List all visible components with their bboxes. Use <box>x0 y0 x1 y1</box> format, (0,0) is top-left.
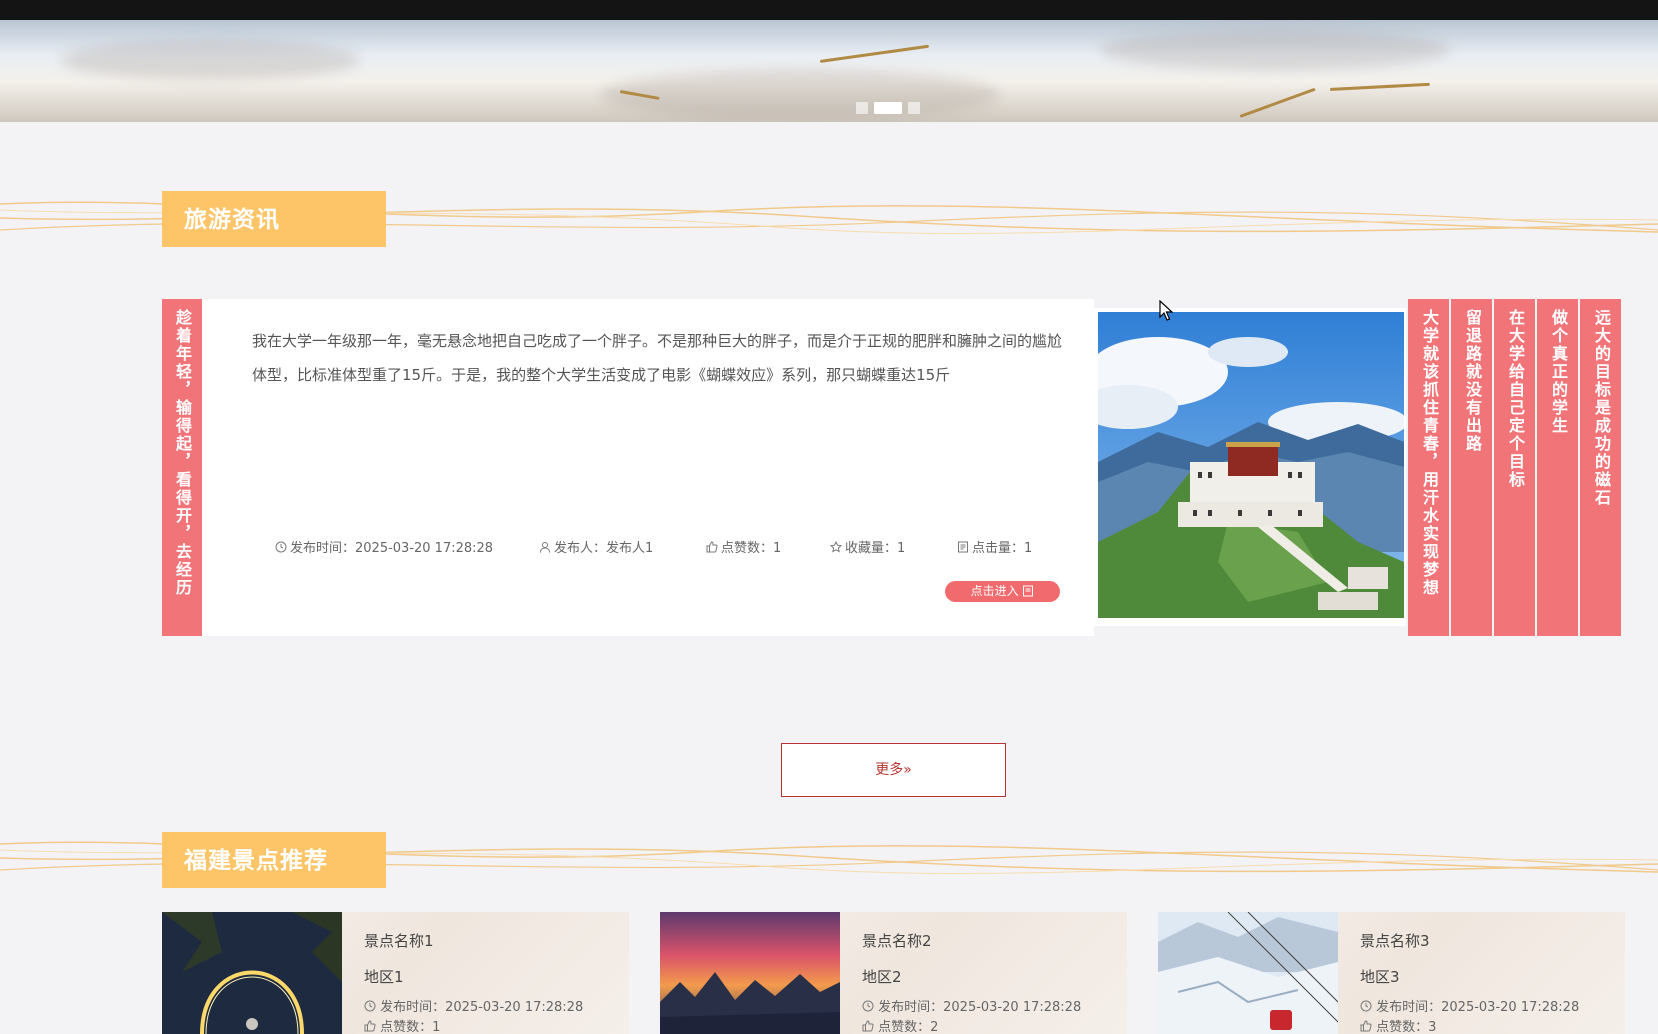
user-icon <box>540 541 550 553</box>
spot-image-2 <box>660 912 840 1034</box>
spot-likes-3: 点赞数：3 <box>1360 1016 1436 1034</box>
publish-time-text: 发布时间：2025-03-20 17:28:28 <box>290 541 494 556</box>
spot-region-2: 地区2 <box>862 968 902 986</box>
spot-image-1 <box>162 912 342 1034</box>
clock-icon <box>862 1000 874 1012</box>
news-publish-time: 发布时间：2025-03-20 17:28:28 <box>275 537 493 556</box>
more-news-button[interactable]: 更多» <box>781 743 1006 797</box>
news-excerpt: 我在大学一年级那一年，毫无悬念地把自己吃成了一个胖子。不是那种巨大的胖子，而是介… <box>252 332 1063 384</box>
spot-likes-1: 点赞数：1 <box>364 1016 440 1034</box>
section-title-news: 旅游资讯 <box>162 191 386 247</box>
carousel-dot-3[interactable] <box>908 102 920 114</box>
news-publisher: 发布人：发布人1 <box>539 537 653 556</box>
thumbs-up-icon <box>1360 1020 1372 1032</box>
enter-article-button[interactable]: 点击进入 <box>945 581 1060 602</box>
spot-card-1[interactable]: 景点名称1 地区1 发布时间：2025-03-20 17:28:28 点赞数：1 <box>162 912 629 1034</box>
spot-likes-text-2: 点赞数：2 <box>878 1020 939 1034</box>
vertical-slogan-3[interactable]: 在大学给自己定个目标 <box>1494 299 1535 636</box>
section-title-spots: 福建景点推荐 <box>162 832 386 888</box>
clock-icon <box>275 541 287 552</box>
spot-card-2[interactable]: 景点名称2 地区2 发布时间：2025-03-20 17:28:28 点赞数：2 <box>660 912 1127 1034</box>
news-clicks: 点击量：1 <box>957 537 1032 556</box>
spot-image-3 <box>1158 912 1338 1034</box>
document-icon <box>958 541 968 552</box>
news-image <box>1098 312 1404 618</box>
news-likes: 点赞数：1 <box>706 537 781 556</box>
spot-time-1: 发布时间：2025-03-20 17:28:28 <box>364 996 583 1015</box>
clock-icon <box>1360 1000 1372 1012</box>
news-favorites: 收藏量：1 <box>830 537 905 556</box>
likes-text: 点赞数：1 <box>721 541 782 556</box>
spot-name-1: 景点名称1 <box>364 932 434 950</box>
spot-time-3: 发布时间：2025-03-20 17:28:28 <box>1360 996 1579 1015</box>
thumbs-up-icon <box>706 540 718 552</box>
spot-time-text-2: 发布时间：2025-03-20 17:28:28 <box>878 1000 1082 1015</box>
vertical-slogan-2[interactable]: 留退路就没有出路 <box>1451 299 1492 636</box>
vertical-slogan-left: 趁着年轻，输得起，看得开，去经历 <box>162 299 202 636</box>
window-top-bar <box>0 0 1658 20</box>
vertical-slogan-5[interactable]: 远大的目标是成功的磁石 <box>1580 299 1621 636</box>
snow-shadow <box>1100 30 1450 70</box>
spot-card-3[interactable]: 景点名称3 地区3 发布时间：2025-03-20 17:28:28 点赞数：3 <box>1158 912 1625 1034</box>
spot-region-3: 地区3 <box>1360 968 1400 986</box>
thumbs-up-icon <box>862 1020 874 1032</box>
hero-carousel[interactable] <box>0 20 1658 122</box>
favorites-text: 收藏量：1 <box>845 541 906 556</box>
news-card[interactable]: 我在大学一年级那一年，毫无悬念地把自己吃成了一个胖子。不是那种巨大的胖子，而是介… <box>202 299 1094 636</box>
carousel-dot-1[interactable] <box>856 102 868 114</box>
carousel-dots <box>856 102 920 114</box>
grass-streak <box>1239 87 1316 118</box>
spot-time-text-3: 发布时间：2025-03-20 17:28:28 <box>1376 1000 1580 1015</box>
snow-shadow <box>60 40 360 80</box>
carousel-dot-2[interactable] <box>874 102 902 114</box>
spot-likes-text-1: 点赞数：1 <box>380 1020 441 1034</box>
clicks-text: 点击量：1 <box>972 541 1033 556</box>
grass-streak <box>819 44 930 63</box>
mouse-cursor-icon <box>1159 300 1174 321</box>
thumbs-up-icon <box>364 1020 376 1032</box>
spot-time-2: 发布时间：2025-03-20 17:28:28 <box>862 996 1081 1015</box>
star-icon <box>830 540 842 552</box>
grass-streak <box>1329 82 1430 91</box>
spot-time-text-1: 发布时间：2025-03-20 17:28:28 <box>380 1000 584 1015</box>
news-image-frame[interactable] <box>1094 308 1406 626</box>
clock-icon <box>364 1000 376 1012</box>
document-icon <box>1023 585 1034 597</box>
vertical-slogan-4[interactable]: 做个真正的学生 <box>1537 299 1578 636</box>
publisher-text: 发布人：发布人1 <box>554 541 654 556</box>
spot-likes-2: 点赞数：2 <box>862 1016 938 1034</box>
spot-likes-text-3: 点赞数：3 <box>1376 1020 1437 1034</box>
enter-article-label: 点击进入 <box>970 584 1019 598</box>
spot-name-2: 景点名称2 <box>862 932 932 950</box>
spot-name-3: 景点名称3 <box>1360 932 1430 950</box>
vertical-slogan-1[interactable]: 大学就该抓住青春，用汗水实现梦想 <box>1408 299 1449 636</box>
snow-shadow <box>600 70 1000 120</box>
spot-region-1: 地区1 <box>364 968 404 986</box>
